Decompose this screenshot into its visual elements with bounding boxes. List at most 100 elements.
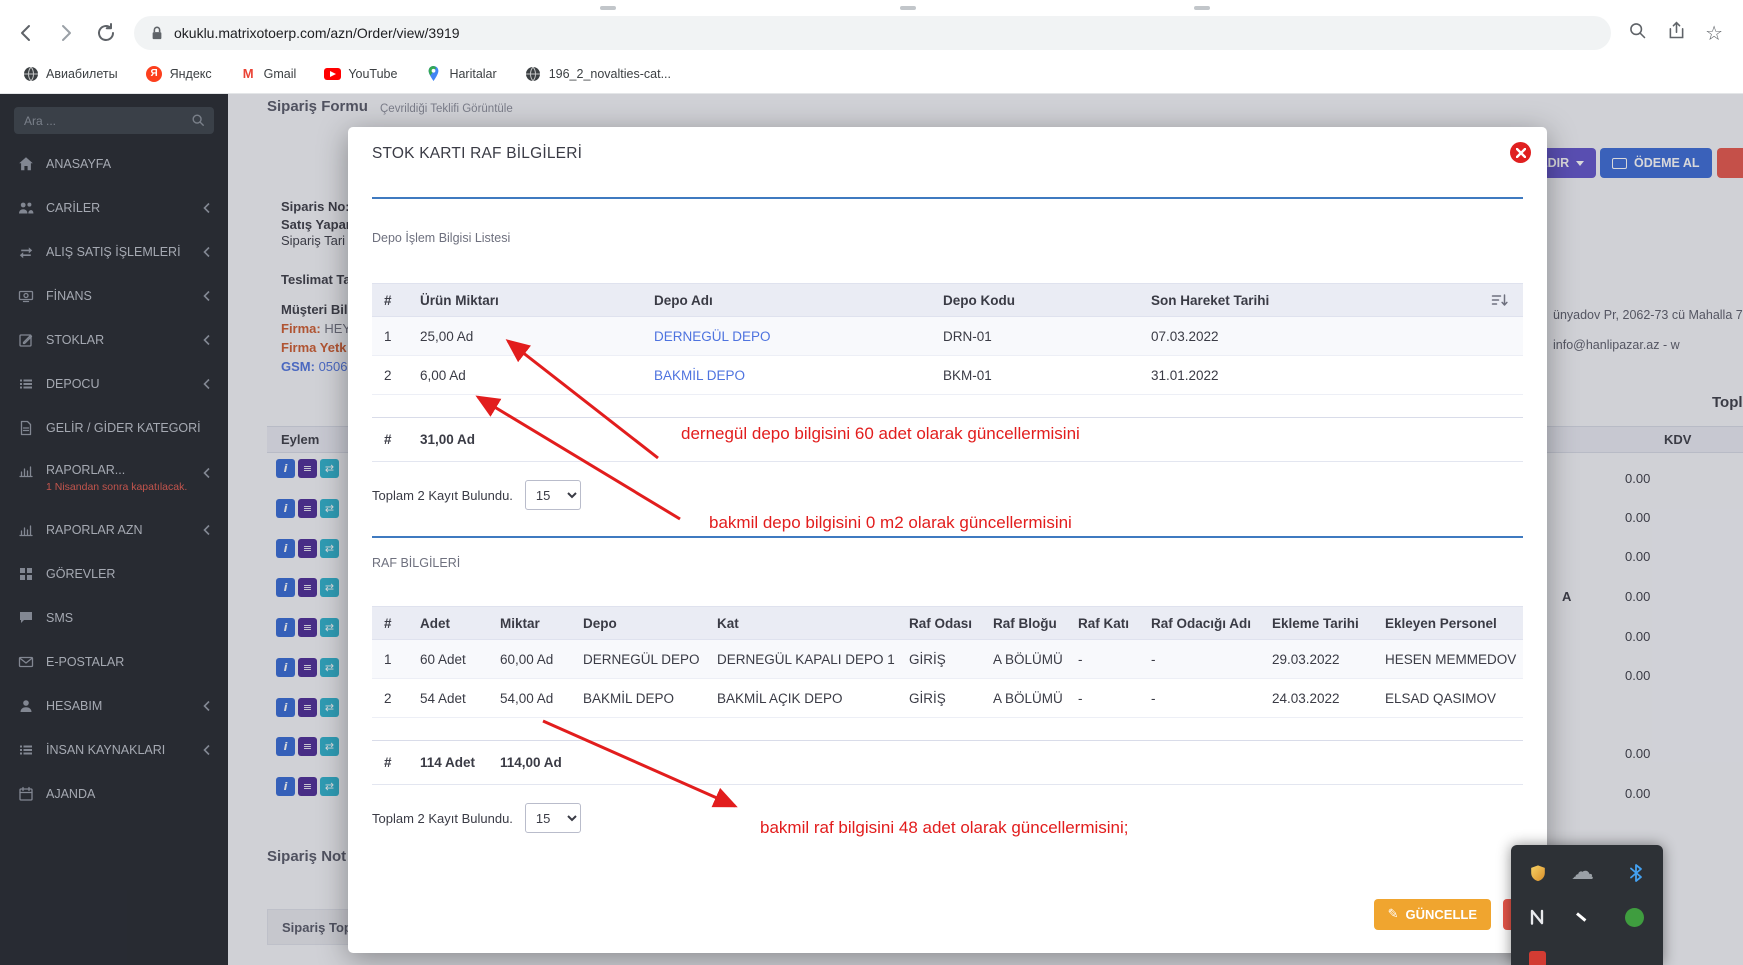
gmail-favicon: M [242, 66, 254, 81]
green-app-icon[interactable] [1625, 908, 1644, 927]
depot-cell: BAKMİL DEPO [583, 690, 675, 706]
cloud-icon[interactable]: ☁ [1571, 861, 1594, 884]
update-button-label: GÜNCELLE [1405, 907, 1478, 922]
page-size-select[interactable]: 15 [524, 480, 581, 510]
column-header: Ekleyen Personel [1385, 615, 1497, 631]
browser-toolbar: okuklu.matrixotoerp.com/azn/Order/view/3… [0, 12, 1743, 54]
table-row: 1 60 Adet 60,00 Ad DERNEGÜL DEPO DERNEGÜ… [372, 640, 1523, 679]
depot-code-cell: DRN-01 [943, 328, 992, 344]
tab-remnant [600, 6, 616, 10]
bookmark-item[interactable]: Авиабилеты [22, 65, 118, 82]
n-logo-icon[interactable] [1527, 907, 1547, 927]
depot-link[interactable]: BAKMİL DEPO [642, 356, 931, 394]
totals-quantity: 31,00 Ad [420, 432, 476, 447]
date-cell: 24.03.2022 [1272, 690, 1340, 706]
depot-code-cell: BKM-01 [943, 367, 992, 383]
depot-link[interactable]: DERNEGÜL DEPO [642, 317, 931, 355]
quantity-cell: 25,00 Ad [420, 328, 474, 344]
yandex-favicon: Я [146, 65, 163, 82]
page-size-select[interactable]: 15 [524, 803, 581, 833]
totals-count: 114 Adet [420, 755, 476, 770]
section-divider [372, 197, 1523, 199]
depot-cell: DERNEGÜL DEPO [583, 651, 700, 667]
back-button[interactable] [14, 21, 38, 45]
block-cell: A BÖLÜMÜ [993, 690, 1063, 706]
person-cell: HESEN MEMMEDOV [1385, 651, 1517, 667]
column-header: Miktar [500, 615, 540, 631]
sort-icon[interactable] [1481, 284, 1523, 316]
bookmark-label: Авиабилеты [46, 66, 118, 81]
update-button[interactable]: ✎ GÜNCELLE [1373, 899, 1491, 930]
quantity-cell: 54,00 Ad [500, 690, 554, 706]
row-index: 1 [384, 328, 392, 344]
pencil-icon: ✎ [1387, 907, 1399, 922]
youtube-favicon [324, 65, 342, 82]
column-header: Ürün Miktarı [420, 292, 499, 308]
room-cell: GİRİŞ [909, 690, 946, 706]
annotation-text: bakmil raf bilgisini 48 adet olarak günc… [760, 818, 1129, 837]
column-header: Raf Odacığı Adı [1151, 615, 1252, 631]
date-cell: 07.03.2022 [1151, 328, 1219, 344]
section-divider [372, 536, 1523, 538]
count-cell: 54 Adet [420, 690, 466, 706]
close-icon [1515, 147, 1526, 158]
bluetooth-icon[interactable] [1627, 862, 1645, 884]
bookmark-item[interactable]: YouTube [324, 65, 397, 82]
bookmark-item[interactable]: Haritalar [425, 65, 497, 82]
globe-favicon [22, 65, 39, 82]
column-header: # [384, 292, 392, 308]
bookmark-label: Яндекс [169, 66, 212, 81]
globe-favicon [525, 65, 542, 82]
lock-icon [152, 26, 162, 40]
bookmark-item[interactable]: Я Яндекс [146, 65, 212, 82]
table-row: 1 25,00 Ad DERNEGÜL DEPO DRN-01 07.03.20… [372, 317, 1523, 356]
red-app-icon-2[interactable] [1529, 951, 1546, 965]
depot-table-header: # Ürün Miktarı Depo Adı Depo Kodu Son Ha… [372, 283, 1523, 317]
bookmark-star-icon[interactable]: ☆ [1705, 23, 1723, 43]
shelf-table-header: # Adet Miktar Depo Kat Raf Odası Raf Blo… [372, 606, 1523, 640]
bookmark-item[interactable]: M Gmail [240, 65, 297, 82]
annotation-text: dernegül depo bilgisini 60 adet olarak g… [681, 424, 1080, 443]
forward-button[interactable] [54, 21, 78, 45]
person-cell: ELSAD QASIMOV [1385, 690, 1497, 706]
bookmark-label: 196_2_novalties-cat... [548, 66, 671, 81]
floor-cell: BAKMİL AÇIK DEPO [717, 690, 843, 706]
shelf-section-title: RAF BİLGİLERİ [372, 556, 461, 570]
row-index: 1 [384, 651, 392, 667]
shelf-table: # Adet Miktar Depo Kat Raf Odası Raf Blo… [372, 606, 1523, 785]
date-cell: 29.03.2022 [1272, 651, 1340, 667]
url-bar[interactable]: okuklu.matrixotoerp.com/azn/Order/view/3… [134, 16, 1612, 50]
records-count: Toplam 2 Kayıt Bulundu. [372, 487, 513, 503]
column-header: # [384, 615, 392, 631]
bookmark-label: YouTube [348, 66, 398, 81]
zoom-icon[interactable] [1627, 20, 1648, 46]
shelf-level-cell: - [1078, 690, 1083, 706]
shield-icon[interactable] [1528, 863, 1548, 885]
shelf-slot-cell: - [1151, 690, 1156, 706]
column-header: Raf Bloğu [993, 615, 1057, 631]
bookmark-item[interactable]: 196_2_novalties-cat... [525, 65, 671, 82]
bookmarks-bar: Авиабилеты Я Яндекс M Gmail YouTube Hari… [0, 54, 1743, 94]
modal-close-button[interactable] [1510, 142, 1531, 163]
quantity-cell: 6,00 Ad [420, 367, 466, 383]
system-tray-overlay: ☁ [1511, 845, 1663, 965]
url-text: okuklu.matrixotoerp.com/azn/Order/view/3… [174, 25, 460, 41]
tab-strip [0, 0, 1743, 12]
column-header: Depo Kodu [943, 292, 1015, 308]
share-icon[interactable] [1666, 20, 1687, 46]
column-header: Kat [717, 615, 739, 631]
shelf-level-cell: - [1078, 651, 1083, 667]
date-cell: 31.01.2022 [1151, 367, 1219, 383]
floor-cell: DERNEGÜL KAPALI DEPO 1 [717, 651, 895, 667]
table-row: 2 6,00 Ad BAKMİL DEPO BKM-01 31.01.2022 [372, 356, 1523, 395]
column-header: Ekleme Tarihi [1272, 615, 1359, 631]
annotation-text: bakmil depo bilgisini 0 m2 olarak güncel… [709, 513, 1072, 532]
column-header: Raf Odası [909, 615, 973, 631]
refresh-button[interactable] [94, 21, 118, 45]
tab-remnant [900, 6, 916, 10]
column-header: Son Hareket Tarihi [1151, 292, 1270, 308]
quantity-cell: 60,00 Ad [500, 651, 554, 667]
column-header: Raf Katı [1078, 615, 1130, 631]
modal-title: STOK KARTI RAF BİLGİLERİ [372, 145, 583, 162]
depot-section-title: Depo İşlem Bilgisi Listesi [372, 231, 511, 245]
